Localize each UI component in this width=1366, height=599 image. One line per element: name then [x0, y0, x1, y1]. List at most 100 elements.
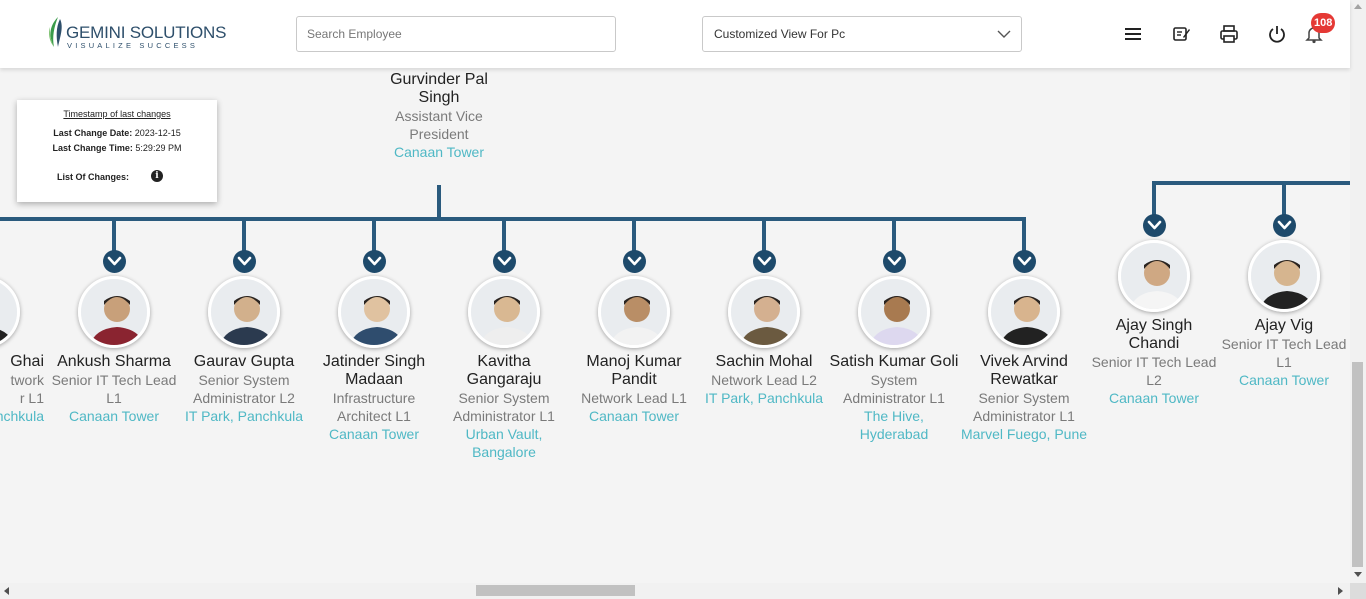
- avatar[interactable]: [208, 276, 280, 348]
- employee-name: Ankush Sharma: [57, 353, 171, 370]
- avatar-photo: [341, 279, 407, 345]
- print-icon[interactable]: [1219, 24, 1239, 44]
- chevron-down-icon: [237, 256, 251, 266]
- gemini-logo[interactable]: GEMINI SOLUTIONS VISUALIZE SUCCESS: [46, 17, 226, 51]
- scroll-right-arrow[interactable]: [1338, 587, 1343, 595]
- avatar-photo: [81, 279, 147, 345]
- horizontal-scrollbar[interactable]: [0, 583, 1350, 599]
- expand-chevron-button[interactable]: [882, 250, 906, 273]
- employee-card[interactable]: Gaurav Gupta Senior System Administrator …: [179, 353, 309, 425]
- employee-card[interactable]: Ajay Vig Senior IT Tech Lead L1 Canaan Tow…: [1219, 317, 1349, 389]
- logo-tagline: VISUALIZE SUCCESS: [67, 41, 199, 50]
- expand-chevron-button[interactable]: [492, 250, 516, 273]
- employee-name: Satish Kumar Goli: [829, 353, 959, 370]
- manager-connector: [437, 185, 441, 219]
- employee-title: System Administrator L1: [843, 372, 945, 406]
- vertical-connector: [112, 219, 116, 251]
- expand-chevron-button[interactable]: [1142, 214, 1166, 237]
- employee-title-line2: r L1: [19, 390, 44, 406]
- top-header: GEMINI SOLUTIONS VISUALIZE SUCCESS Custo…: [0, 0, 1350, 68]
- horizontal-connector: [0, 217, 1026, 221]
- time-label: Last Change Time:: [52, 143, 133, 153]
- menu-icon[interactable]: [1123, 24, 1143, 44]
- expand-chevron-button[interactable]: [752, 250, 776, 273]
- employee-card[interactable]: Ankush Sharma Senior IT Tech Lead L1 Canaa…: [49, 353, 179, 425]
- employee-card[interactable]: Vivek Arvind Rewatkar Senior System Admin…: [959, 353, 1089, 443]
- employee-location: Canaan Tower: [1108, 390, 1200, 406]
- expand-chevron-button[interactable]: [362, 250, 386, 273]
- chevron-down-icon: [497, 256, 511, 266]
- employee-name: Ajay Singh Chandi: [1115, 317, 1193, 352]
- chevron-down-icon: [107, 256, 121, 266]
- chevron-down-icon: [1277, 220, 1291, 230]
- employee-card[interactable]: Jatinder Singh Madaan Infrastructure Arch…: [309, 353, 439, 443]
- avatar[interactable]: [988, 276, 1060, 348]
- expand-chevron-button[interactable]: [622, 250, 646, 273]
- vertical-connector: [892, 219, 896, 251]
- avatar[interactable]: [0, 276, 20, 348]
- vertical-connector: [502, 219, 506, 251]
- employee-title: Senior IT Tech Lead L1: [51, 372, 177, 406]
- time-value: 5:29:29 PM: [135, 143, 182, 153]
- employee-card[interactable]: Kavitha Gangaraju Senior System Administr…: [439, 353, 569, 461]
- edit-note-icon[interactable]: [1171, 24, 1191, 44]
- expand-chevron-button[interactable]: [1012, 250, 1036, 273]
- employee-card[interactable]: Sachin Mohal Network Lead L2 IT Park, Panc…: [699, 353, 829, 407]
- expand-chevron-button[interactable]: [1272, 214, 1296, 237]
- employee-title: Senior IT Tech Lead L2: [1091, 354, 1217, 388]
- avatar-photo: [731, 279, 797, 345]
- employee-card[interactable]: Satish Kumar Goli System Administrator L1…: [829, 353, 959, 443]
- manager-card[interactable]: Gurvinder Pal Singh Assistant Vice Presi…: [374, 71, 504, 161]
- scroll-up-arrow[interactable]: [1354, 4, 1362, 9]
- employee-name: Gurvinder Pal Singh: [390, 71, 488, 106]
- employee-location: The Hive, Hyderabad: [859, 408, 929, 442]
- employee-location: Canaan Tower: [68, 408, 160, 424]
- vertical-connector: [1282, 183, 1286, 215]
- avatar[interactable]: [78, 276, 150, 348]
- chevron-down-icon: [367, 256, 381, 266]
- vertical-scroll-thumb[interactable]: [1352, 362, 1363, 567]
- employee-title: Senior System Administrator L1: [973, 390, 1075, 424]
- logo-main-text: GEMINI SOLUTIONS: [66, 23, 227, 42]
- avatar[interactable]: [338, 276, 410, 348]
- scroll-left-arrow[interactable]: [4, 587, 9, 595]
- scroll-down-arrow[interactable]: [1354, 572, 1362, 577]
- avatar-photo: [1121, 243, 1187, 309]
- employee-card[interactable]: Manoj Kumar Pandit Network Lead L1 Canaan …: [569, 353, 699, 425]
- employee-name: Sachin Mohal: [715, 353, 813, 370]
- horizontal-scroll-thumb[interactable]: [476, 585, 635, 596]
- expand-chevron-button[interactable]: [232, 250, 256, 273]
- employee-location: Canaan Tower: [1238, 372, 1330, 388]
- search-employee-input[interactable]: [296, 16, 616, 52]
- power-icon[interactable]: [1267, 24, 1287, 44]
- employee-title: Infrastructure Architect L1: [332, 390, 416, 424]
- list-of-changes-label: List Of Changes:: [57, 172, 130, 182]
- avatar[interactable]: [1118, 240, 1190, 312]
- employee-card[interactable]: Ghai twork r L1 nchkula: [0, 353, 44, 425]
- avatar-photo: [211, 279, 277, 345]
- expand-chevron-button[interactable]: [102, 250, 126, 273]
- leaf-logo-icon: [49, 17, 62, 47]
- employee-title: Senior System Administrator L1: [453, 390, 555, 424]
- avatar[interactable]: [468, 276, 540, 348]
- employee-location: Canaan Tower: [393, 144, 485, 160]
- avatar[interactable]: [858, 276, 930, 348]
- last-change-date: Last Change Date: 2023-12-15: [17, 128, 217, 138]
- employee-card[interactable]: Ajay Singh Chandi Senior IT Tech Lead L2 C…: [1089, 317, 1219, 407]
- avatar-photo: [991, 279, 1057, 345]
- avatar-photo: [601, 279, 667, 345]
- avatar[interactable]: [598, 276, 670, 348]
- avatar-photo: [861, 279, 927, 345]
- avatar[interactable]: [1248, 240, 1320, 312]
- info-icon[interactable]: i: [151, 170, 163, 182]
- employee-name: Gaurav Gupta: [193, 353, 295, 370]
- avatar[interactable]: [728, 276, 800, 348]
- vertical-connector: [1022, 219, 1026, 251]
- timestamp-title: Timestamp of last changes: [63, 109, 171, 119]
- timestamp-panel: Timestamp of last changes Last Change Da…: [17, 100, 217, 202]
- vertical-connector: [632, 219, 636, 251]
- horizontal-connector-2: [1152, 181, 1350, 185]
- date-label: Last Change Date:: [53, 128, 133, 138]
- chevron-down-icon: [757, 256, 771, 266]
- view-select-dropdown[interactable]: Customized View For Pc: [702, 16, 1022, 52]
